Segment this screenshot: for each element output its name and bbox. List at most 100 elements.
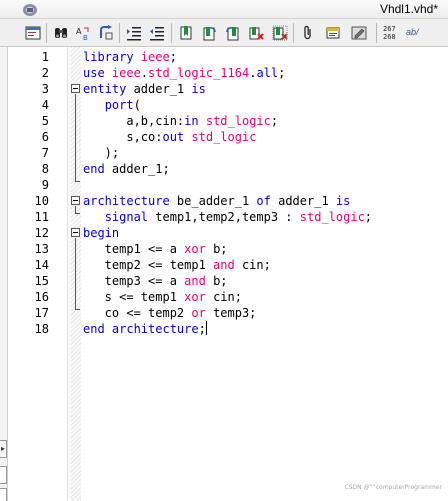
code-line[interactable]: co <= temp2 or temp3; (83, 305, 257, 321)
type-token: std_logic (299, 210, 365, 224)
fold-guide-end (75, 309, 80, 310)
keyword-token: all (256, 66, 279, 80)
editor-settings-button[interactable] (24, 24, 42, 42)
code-line[interactable]: port( (83, 97, 141, 113)
text-token: cin; (213, 290, 242, 304)
indent-button[interactable] (125, 24, 143, 42)
keyword-token: entity (83, 82, 134, 96)
line-number: 11 (34, 210, 49, 224)
text-token: b; (213, 274, 228, 288)
insert-file-button[interactable] (299, 24, 317, 42)
collapse-entity-toggle[interactable] (71, 84, 80, 93)
line-number: 14 (34, 258, 49, 272)
line-number: 2 (41, 66, 49, 80)
code-line[interactable]: signal temp1,temp2,temp3 : std_logic; (83, 209, 372, 225)
toggle-bookmark-button[interactable] (177, 24, 195, 42)
line-number: 4 (41, 98, 49, 112)
previous-bookmark-button[interactable] (224, 24, 242, 42)
keyword-token: begin (83, 226, 120, 240)
type-token: ieee (111, 66, 141, 80)
code-line[interactable]: a,b,cin:in std_logic; (83, 113, 278, 129)
line-number-gutter: 1 2 3 4 5 6 7 8 9 10 11 12 13 14 15 16 17 18 (9, 47, 68, 501)
toolbar-separator (376, 23, 377, 43)
side-panel-button[interactable] (0, 466, 7, 484)
svg-text:B: B (83, 34, 88, 41)
unindent-button[interactable] (148, 24, 166, 42)
template-icon (326, 27, 340, 39)
type-token: ieee (140, 50, 170, 64)
side-panel-edge: ▸ (0, 47, 8, 501)
indent-icon (127, 27, 141, 41)
comment-button[interactable] (350, 24, 368, 42)
insert-template-button[interactable] (324, 24, 342, 42)
side-panel-button[interactable] (0, 488, 7, 501)
text-token: ( (133, 98, 141, 112)
keyword-token: is (335, 194, 351, 208)
vhdl-document-icon (22, 2, 38, 16)
gutter-hatch (71, 47, 81, 501)
text-token: s <= temp1 (83, 290, 185, 304)
type-token: and (184, 274, 214, 288)
binoculars-icon (55, 28, 67, 38)
text-token: cin; (241, 258, 271, 272)
text-token: temp1,temp2,temp3 : (155, 210, 300, 224)
line-number: 12 (34, 226, 49, 240)
collapse-begin-toggle[interactable] (71, 228, 80, 237)
code-line[interactable]: architecture be_adder_1 of adder_1 is (83, 193, 350, 209)
keyword-token: use (83, 66, 112, 80)
toolbar-separator (293, 23, 294, 43)
line-number: 5 (41, 114, 49, 128)
code-line[interactable]: temp1 <= a xor b; (83, 241, 228, 257)
text-token: co <= temp2 (83, 306, 192, 320)
find-next-button[interactable] (97, 24, 115, 42)
fold-guide (75, 206, 76, 213)
type-token: std_logic_1164 (148, 66, 250, 80)
find-button[interactable] (52, 24, 70, 42)
text-window-icon (25, 26, 41, 40)
line-number: 13 (34, 242, 49, 256)
next-bookmark-button[interactable] (200, 24, 218, 42)
find-replace-button[interactable]: AB (74, 24, 92, 42)
code-line[interactable]: ); (83, 145, 119, 161)
code-editor[interactable]: 1 2 3 4 5 6 7 8 9 10 11 12 13 14 15 16 17 18 library ieee… (9, 47, 448, 501)
keyword-token: in (184, 114, 206, 128)
unindent-icon (150, 27, 164, 41)
code-line[interactable]: use ieee.std_logic_1164.all; (83, 65, 285, 81)
line-number-label-top: 267 (383, 25, 396, 33)
word-wrap-button[interactable]: ab/ (406, 27, 419, 37)
text-token: adder_1; (111, 162, 170, 176)
code-line[interactable]: end architecture; (83, 321, 207, 337)
type-token: or (191, 306, 214, 320)
code-line[interactable]: temp2 <= temp1 and cin; (83, 257, 271, 273)
code-line[interactable]: s <= temp1 xor cin; (83, 289, 242, 305)
collapse-architecture-toggle[interactable] (71, 196, 80, 205)
line-number: 7 (41, 146, 49, 160)
line-number: 17 (34, 306, 49, 320)
code-line[interactable]: end adder_1; (83, 161, 170, 177)
keyword-token: out (162, 130, 192, 144)
text-token: be_adder_1 (176, 194, 257, 208)
keyword-token: end (83, 162, 112, 176)
svg-text:A: A (76, 27, 82, 36)
text-caret (205, 321, 207, 335)
bookmark-next-icon (203, 27, 216, 41)
code-line[interactable]: s,co:out std_logic (83, 129, 256, 145)
clear-bookmarks-button[interactable] (247, 24, 265, 42)
type-token: xor (184, 242, 214, 256)
chevron-right-icon[interactable]: ▸ (0, 440, 7, 458)
delete-bookmark-button[interactable] (271, 24, 289, 42)
code-line[interactable]: entity adder_1 is (83, 81, 206, 97)
line-number: 18 (34, 322, 49, 336)
line-numbers-toggle-button[interactable]: 267 268 (383, 25, 401, 41)
line-number: 6 (41, 130, 49, 144)
code-line[interactable]: temp3 <= a and b; (83, 273, 228, 289)
line-number: 10 (34, 194, 49, 208)
code-line[interactable]: begin (83, 225, 119, 241)
keyword-token: architecture (83, 194, 177, 208)
code-line[interactable]: library ieee; (83, 49, 177, 65)
line-number: 8 (41, 162, 49, 176)
find-next-icon (100, 25, 113, 40)
text-token: a,b,cin: (83, 114, 185, 128)
bookmark-prev-icon (226, 27, 239, 41)
